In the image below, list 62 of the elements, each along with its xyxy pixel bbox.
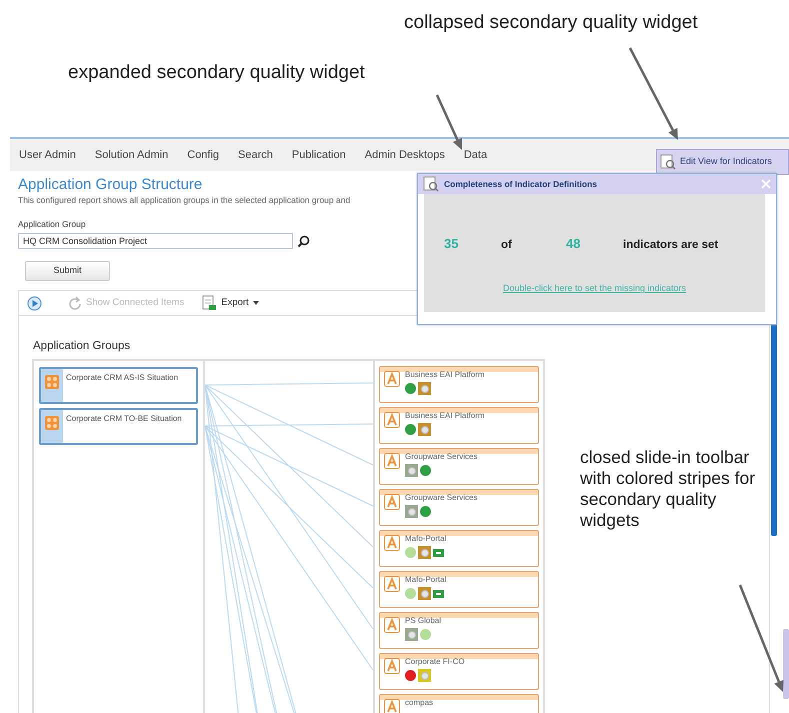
report-search-icon <box>423 176 439 192</box>
count-separator: of <box>501 238 513 253</box>
menu-item[interactable]: Solution Admin <box>94 146 168 164</box>
application-node[interactable]: Business EAI Platform <box>379 407 539 444</box>
application-name: Mafo-Portal <box>405 576 446 586</box>
menu-item[interactable]: User Admin <box>19 146 76 164</box>
application-icon <box>384 699 400 713</box>
group-name: Corporate CRM AS-IS Situation <box>65 372 180 384</box>
application-node[interactable]: PS Global <box>379 612 539 650</box>
application-name: Corporate FI-CO <box>405 658 465 668</box>
application-icon <box>384 412 400 428</box>
application-icon <box>384 453 400 470</box>
group-icon <box>45 375 59 390</box>
application-group-node[interactable]: Corporate CRM TO-BE Situation <box>39 408 198 446</box>
annotation-text: expanded secondary quality widget <box>68 62 365 85</box>
menu-item[interactable]: Data <box>464 146 488 164</box>
refresh-icon <box>68 296 82 310</box>
report-search-icon <box>660 154 676 170</box>
application-node[interactable]: Corporate FI-CO <box>379 653 539 690</box>
indicator-count: 35 <box>444 235 460 253</box>
application-icon <box>384 494 400 510</box>
application-name: PS Global <box>405 617 442 626</box>
diagram-title: Application Groups <box>33 339 132 354</box>
page-description: This configured report shows all application groups in the selected application group and <box>18 194 350 206</box>
application-icon <box>384 371 400 388</box>
annotation-text: collapsed secondary quality widget <box>404 12 698 35</box>
page-title: Application Group Structure <box>18 177 202 194</box>
application-name: Groupware Services <box>405 494 478 504</box>
menu-item[interactable]: Config <box>187 146 220 164</box>
count-caption: indicators are set <box>623 238 720 253</box>
application-group-node[interactable]: Corporate CRM AS-IS Situation <box>39 367 198 404</box>
application-name: compas <box>405 699 434 708</box>
group-name: Corporate CRM TO-BE Situation <box>65 413 183 426</box>
submit-button[interactable]: Submit <box>25 261 110 281</box>
application-node[interactable]: Business EAI Platform <box>379 366 539 404</box>
application-name: Groupware Services <box>405 453 478 462</box>
widget-title: Completeness of Indicator Definitions <box>444 178 598 190</box>
export-icon <box>202 295 218 311</box>
menu-item[interactable]: Publication <box>292 146 346 164</box>
menu-item[interactable]: Search <box>238 146 273 164</box>
application-node[interactable]: Mafo-Portal <box>379 571 539 608</box>
application-icon <box>384 576 400 592</box>
application-icon <box>384 535 400 552</box>
application-icon <box>384 617 400 634</box>
export-button[interactable]: Export <box>202 295 259 311</box>
application-name: Business EAI Platform <box>405 371 485 380</box>
field-label: Application Group <box>18 218 86 231</box>
application-node[interactable]: Mafo-Portal <box>379 530 539 568</box>
application-node[interactable]: compas <box>379 694 539 713</box>
indicator-total: 48 <box>566 235 582 253</box>
application-name: Mafo-Portal <box>405 535 446 544</box>
play-icon[interactable] <box>27 296 42 310</box>
menu-item[interactable]: Admin Desktops <box>364 146 445 164</box>
application-group-field[interactable]: HQ CRM Consolidation Project <box>18 233 293 249</box>
application-node[interactable]: Groupware Services <box>379 489 539 526</box>
application-icon <box>384 658 400 674</box>
callout-arrow <box>436 94 462 150</box>
application-name: Business EAI Platform <box>405 412 485 422</box>
application-node[interactable]: Groupware Services <box>379 448 539 486</box>
group-icon <box>45 416 59 430</box>
caret-icon <box>252 301 259 305</box>
edit-view-button[interactable]: Edit View for Indicators <box>656 149 789 175</box>
